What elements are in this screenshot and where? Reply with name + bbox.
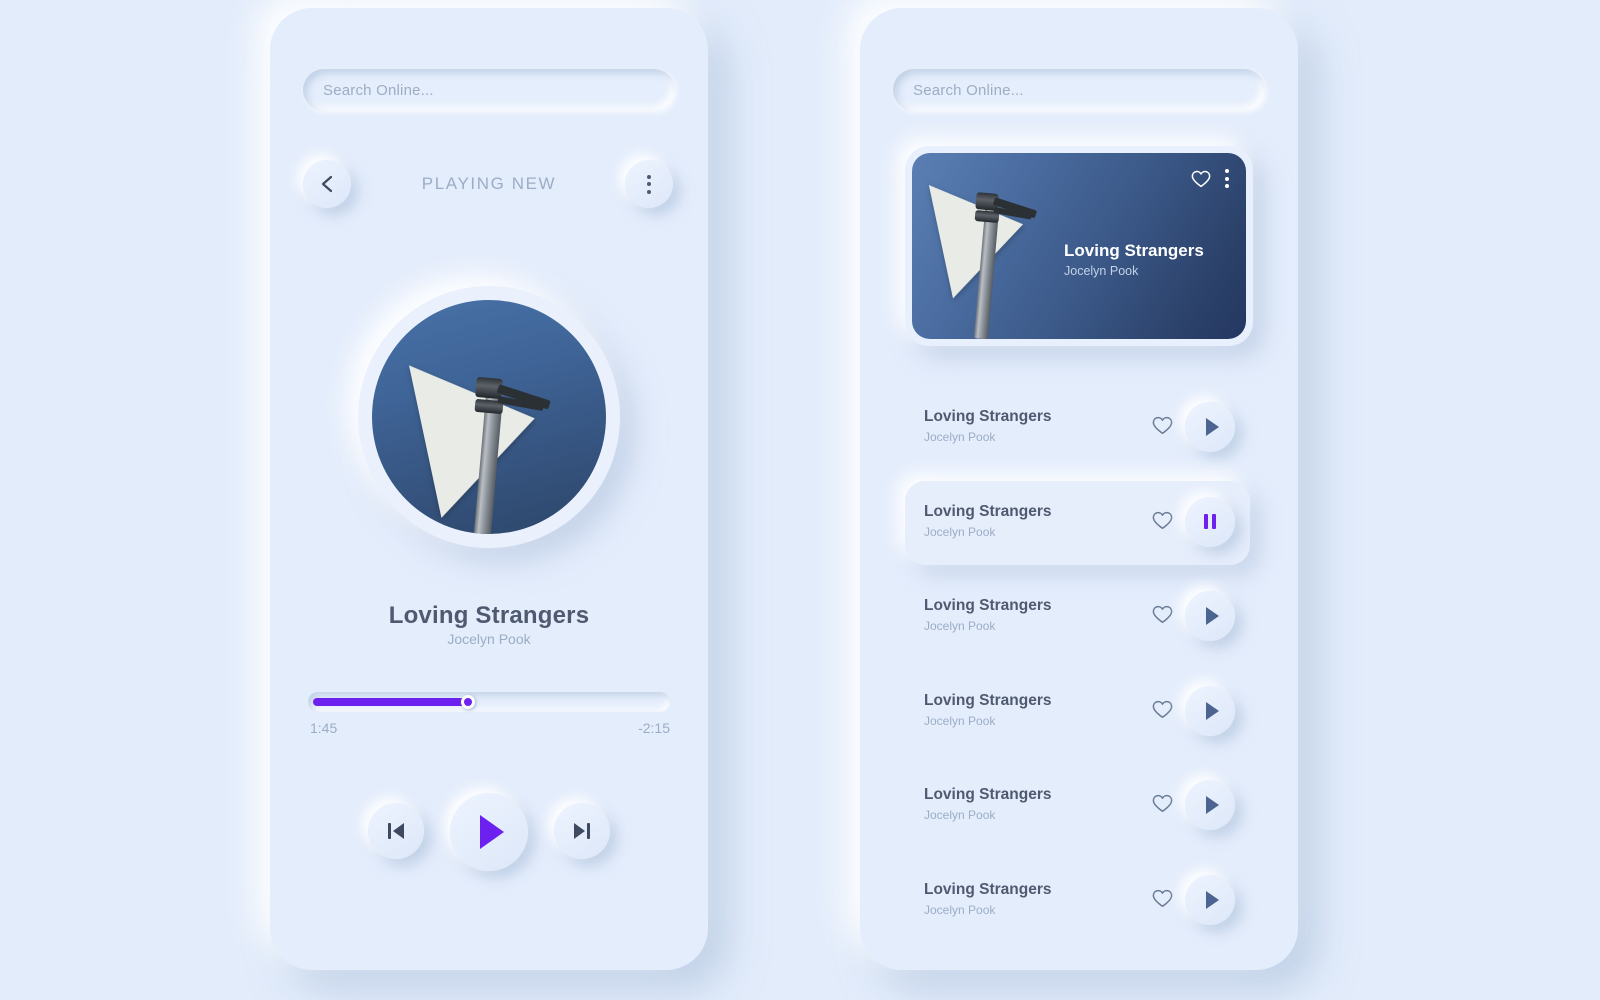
favorite-button[interactable]: [1152, 605, 1173, 624]
track-row-title: Loving Strangers: [924, 691, 1052, 709]
play-pause-button[interactable]: [450, 793, 528, 871]
play-icon: [480, 815, 504, 849]
now-playing-screen: Search Online... PLAYING NEW Loving Stra…: [270, 8, 708, 970]
row-play-pause-button[interactable]: [1185, 874, 1235, 925]
track-row-artist: Jocelyn Pook: [924, 713, 996, 728]
featured-track-title: Loving Strangers: [1064, 241, 1204, 260]
track-title: Loving Strangers: [388, 602, 590, 629]
row-play-pause-button[interactable]: [1185, 496, 1235, 547]
play-icon: [1205, 796, 1219, 814]
elapsed-time: 1:45: [310, 720, 338, 736]
track-row-title: Loving Strangers: [924, 880, 1052, 898]
track-row-meta: Loving Strangers Jocelyn Pook: [924, 881, 1051, 917]
search-placeholder: Search Online...: [913, 81, 1024, 99]
chevron-left-icon: [320, 174, 334, 194]
next-track-button[interactable]: [554, 803, 610, 859]
favorite-button[interactable]: [1152, 794, 1173, 813]
play-icon: [1205, 701, 1219, 720]
track-row[interactable]: Loving Strangers Jocelyn Pook: [878, 575, 1280, 659]
track-row[interactable]: Loving Strangers Jocelyn Pook: [878, 764, 1280, 848]
track-row-meta: Loving Strangers Jocelyn Pook: [924, 597, 1051, 633]
track-row-meta: Loving Strangers Jocelyn Pook: [924, 692, 1051, 728]
play-icon: [1205, 607, 1219, 625]
track-row[interactable]: Loving Strangers Jocelyn Pook: [878, 670, 1280, 754]
overflow-menu-button[interactable]: [625, 160, 673, 208]
progress-fill: [313, 698, 468, 706]
app-canvas: Search Online... PLAYING NEW Loving Stra…: [0, 0, 1600, 1000]
track-row[interactable]: Loving Strangers Jocelyn Pook: [878, 859, 1280, 943]
favorite-button[interactable]: [1152, 511, 1173, 530]
search-input[interactable]: Search Online...: [303, 69, 675, 111]
track-row-artist: Jocelyn Pook: [924, 902, 996, 917]
track-row-meta: Loving Strangers Jocelyn Pook: [924, 503, 1051, 539]
album-artwork: [358, 286, 620, 548]
more-vertical-icon: [647, 174, 651, 194]
track-row[interactable]: Loving Strangers Jocelyn Pook: [878, 480, 1280, 565]
play-icon: [1205, 418, 1219, 436]
progress-knob[interactable]: [461, 695, 475, 709]
pause-icon: [1204, 514, 1216, 529]
row-play-pause-button[interactable]: [1185, 402, 1235, 452]
track-artist: Jocelyn Pook: [447, 631, 531, 647]
more-vertical-icon[interactable]: [1225, 169, 1229, 188]
track-row[interactable]: Loving Strangers Jocelyn Pook: [878, 386, 1280, 470]
track-row-artist: Jocelyn Pook: [924, 808, 996, 822]
row-play-pause-button[interactable]: [1185, 591, 1235, 641]
featured-card-actions: [1191, 169, 1229, 188]
row-play-pause-button[interactable]: [1185, 685, 1235, 736]
track-row-artist: Jocelyn Pook: [924, 619, 996, 633]
remaining-time: -2:15: [638, 720, 670, 736]
back-button[interactable]: [303, 160, 351, 208]
track-row-artist: Jocelyn Pook: [924, 524, 996, 539]
track-row-meta: Loving Strangers Jocelyn Pook: [924, 786, 1051, 822]
track-row-meta: Loving Strangers Jocelyn Pook: [924, 408, 1051, 444]
player-header: PLAYING NEW: [270, 160, 708, 210]
skip-next-icon: [574, 823, 590, 839]
favorite-button[interactable]: [1152, 700, 1173, 719]
featured-track-meta: Loving Strangers Jocelyn Pook: [1064, 241, 1204, 278]
track-row-title: Loving Strangers: [924, 408, 1052, 425]
search-placeholder: Search Online...: [323, 81, 434, 99]
search-input[interactable]: Search Online...: [893, 69, 1265, 111]
previous-track-button[interactable]: [368, 803, 424, 859]
track-row-title: Loving Strangers: [924, 786, 1052, 803]
featured-track-card[interactable]: Loving Strangers Jocelyn Pook: [905, 146, 1253, 346]
row-play-pause-button[interactable]: [1185, 780, 1235, 830]
playlist-screen: Search Online... Loving Strangers Jocely…: [860, 8, 1298, 970]
track-row-title: Loving Strangers: [924, 502, 1052, 520]
transport-controls: [270, 793, 708, 871]
skip-previous-icon: [388, 823, 404, 839]
play-icon: [1205, 890, 1219, 909]
track-row-title: Loving Strangers: [924, 597, 1052, 614]
heart-outline-icon[interactable]: [1191, 170, 1211, 188]
track-row-artist: Jocelyn Pook: [924, 430, 996, 444]
favorite-button[interactable]: [1152, 416, 1173, 435]
progress-slider[interactable]: [308, 692, 670, 712]
featured-track-artist: Jocelyn Pook: [1064, 264, 1139, 278]
favorite-button[interactable]: [1152, 889, 1173, 908]
